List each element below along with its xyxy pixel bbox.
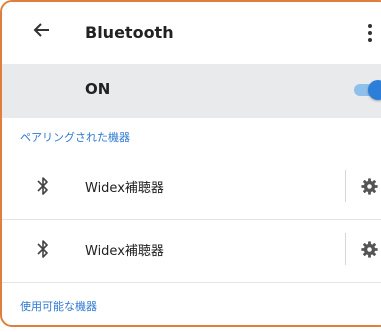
- toggle-knob: [368, 80, 381, 100]
- paired-device-row[interactable]: Widex補聴器: [2, 220, 381, 278]
- row-vertical-divider: [345, 170, 346, 202]
- bluetooth-master-switch-row[interactable]: ON: [2, 64, 381, 118]
- master-switch-label: ON: [85, 80, 111, 98]
- device-name: Widex補聴器: [85, 244, 164, 259]
- bluetooth-icon: [35, 239, 51, 259]
- gear-icon: [361, 178, 378, 195]
- row-vertical-divider: [345, 233, 346, 265]
- paired-devices-header: ペアリングされた機器: [20, 131, 130, 144]
- device-settings-button[interactable]: [354, 171, 381, 201]
- bluetooth-icon: [35, 176, 51, 196]
- device-settings-button[interactable]: [354, 234, 381, 264]
- gear-icon: [361, 241, 378, 258]
- available-devices-header: 使用可能な機器: [20, 300, 97, 313]
- device-name: Widex補聴器: [85, 181, 164, 196]
- row-divider: [2, 282, 381, 283]
- settings-screen: Bluetooth ON ペアリングされた機器 Widex補聴器 Widex補聴…: [0, 0, 381, 327]
- more-vertical-icon[interactable]: [368, 24, 372, 42]
- page-title: Bluetooth: [85, 23, 174, 42]
- app-bar: Bluetooth: [2, 2, 381, 65]
- paired-device-row[interactable]: Widex補聴器: [2, 157, 381, 215]
- back-arrow-icon[interactable]: [32, 20, 52, 40]
- bluetooth-toggle[interactable]: [354, 79, 381, 101]
